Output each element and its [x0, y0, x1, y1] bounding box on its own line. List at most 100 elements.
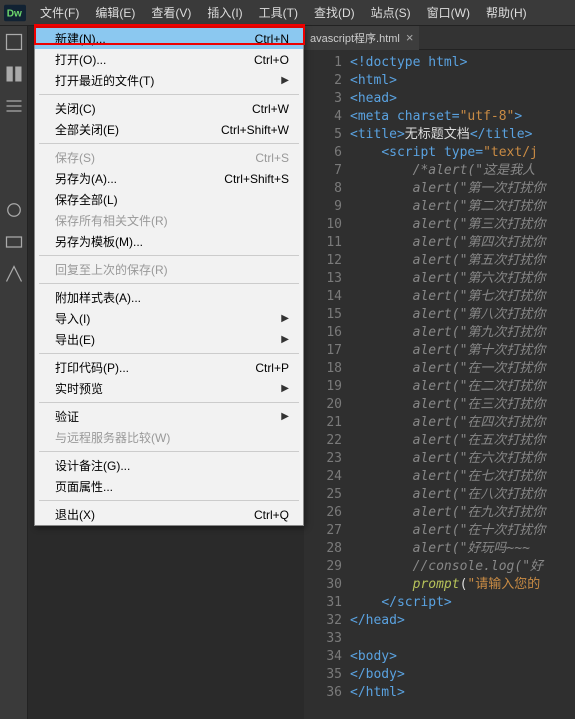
line-number: 1	[304, 54, 342, 72]
menu-item-s: 保存(S)Ctrl+S	[35, 147, 303, 168]
line-number: 10	[304, 216, 342, 234]
submenu-arrow-icon: ▶	[281, 334, 289, 345]
menu-item-o[interactable]: 打开(O)...Ctrl+O	[35, 49, 303, 70]
app-logo-dw: Dw	[4, 0, 26, 26]
menu-item-2[interactable]: 查看(V)	[143, 0, 199, 26]
code-editor[interactable]: 12▼3▼456▼7▼89101112131415161718192021222…	[304, 50, 575, 719]
menu-separator	[39, 500, 299, 501]
menu-item-[interactable]: 实时预览 ▶	[35, 378, 303, 399]
menu-item-label: 验证	[55, 408, 79, 425]
line-number: 2▼	[304, 72, 342, 90]
tool-icon-6[interactable]	[4, 264, 24, 284]
menu-item-4[interactable]: 工具(T)	[251, 0, 306, 26]
tool-icon-2[interactable]	[4, 64, 24, 84]
line-number: 33	[304, 630, 342, 648]
code-line: alert("在二次打扰你	[350, 378, 575, 396]
submenu-arrow-icon: ▶	[281, 313, 289, 324]
code-line: </html>	[350, 684, 575, 702]
menu-item-p[interactable]: 打印代码(P)...Ctrl+P	[35, 357, 303, 378]
menu-item-i[interactable]: 导入(I)▶	[35, 308, 303, 329]
tool-icon-5[interactable]	[4, 232, 24, 252]
menu-item-a[interactable]: 附加样式表(A)...	[35, 287, 303, 308]
line-number: 15	[304, 306, 342, 324]
line-number: 25	[304, 486, 342, 504]
menu-item-x[interactable]: 退出(X)Ctrl+Q	[35, 504, 303, 525]
menu-item-e[interactable]: 导出(E)▶	[35, 329, 303, 350]
menu-item-[interactable]: 页面属性...	[35, 476, 303, 497]
code-line: </head>	[350, 612, 575, 630]
line-number: 20	[304, 396, 342, 414]
left-toolstrip	[0, 26, 28, 719]
menu-item-label: 保存所有相关文件(R)	[55, 212, 168, 229]
code-line: alert("好玩吗~~~	[350, 540, 575, 558]
menu-item-e[interactable]: 全部关闭(E) Ctrl+Shift+W	[35, 119, 303, 140]
menu-item-label: 全部关闭(E)	[55, 121, 119, 138]
menu-item-n[interactable]: 新建(N)...Ctrl+N	[35, 28, 303, 49]
menu-item-g[interactable]: 设计备注(G)...	[35, 455, 303, 476]
line-number: 21	[304, 414, 342, 432]
close-icon[interactable]: ×	[406, 30, 414, 45]
code-line: </script>	[350, 594, 575, 612]
menu-item-7[interactable]: 窗口(W)	[419, 0, 478, 26]
line-gutter: 12▼3▼456▼7▼89101112131415161718192021222…	[304, 50, 346, 719]
menu-item-c[interactable]: 关闭(C) Ctrl+W	[35, 98, 303, 119]
menu-item-label: 页面属性...	[55, 478, 113, 495]
menu-item-m[interactable]: 另存为模板(M)...	[35, 231, 303, 252]
code-line: alert("第九次打扰你	[350, 324, 575, 342]
code-line: alert("在四次打扰你	[350, 414, 575, 432]
tool-icon-3[interactable]	[4, 96, 24, 116]
menu-item-6[interactable]: 站点(S)	[363, 0, 419, 26]
menu-item-t[interactable]: 打开最近的文件(T)▶	[35, 70, 303, 91]
menu-item-[interactable]: 验证▶	[35, 406, 303, 427]
menu-item-l[interactable]: 保存全部(L)	[35, 189, 303, 210]
menu-item-label: 与远程服务器比较(W)	[55, 429, 170, 446]
menu-item-shortcut: Ctrl+Shift+W	[221, 123, 289, 137]
menu-item-8[interactable]: 帮助(H)	[478, 0, 535, 26]
line-number: 14	[304, 288, 342, 306]
code-line: <script type="text/j	[350, 144, 575, 162]
code-line: //console.log("好	[350, 558, 575, 576]
menu-item-3[interactable]: 插入(I)	[199, 0, 250, 26]
code-line: <title>无标题文档</title>	[350, 126, 575, 144]
line-number: 28	[304, 540, 342, 558]
menu-item-label: 关闭(C)	[55, 100, 96, 117]
tool-icon-1[interactable]	[4, 32, 24, 52]
menu-item-5[interactable]: 查找(D)	[306, 0, 363, 26]
menu-item-label: 设计备注(G)...	[55, 457, 130, 474]
tab-label: avascript程序.html	[310, 30, 400, 46]
menu-item-shortcut: Ctrl+N	[255, 32, 289, 46]
code-line: <html>	[350, 72, 575, 90]
menu-item-w: 与远程服务器比较(W)	[35, 427, 303, 448]
line-number: 32	[304, 612, 342, 630]
menu-item-shortcut: Ctrl+W	[252, 102, 289, 116]
file-tab[interactable]: avascript程序.html ×	[304, 26, 419, 50]
line-number: 26	[304, 504, 342, 522]
code-line: alert("第三次打扰你	[350, 216, 575, 234]
menu-item-label: 实时预览	[55, 380, 103, 397]
line-number: 17	[304, 342, 342, 360]
menu-item-a[interactable]: 另存为(A)...Ctrl+Shift+S	[35, 168, 303, 189]
menu-item-label: 保存(S)	[55, 149, 95, 166]
menu-item-label: 另存为模板(M)...	[55, 233, 143, 250]
menu-separator	[39, 353, 299, 354]
line-number: 9	[304, 198, 342, 216]
code-line: /*alert("这是我人	[350, 162, 575, 180]
menu-item-label: 附加样式表(A)...	[55, 289, 141, 306]
line-number: 7▼	[304, 162, 342, 180]
line-number: 35	[304, 666, 342, 684]
code-line: prompt("请输入您的	[350, 576, 575, 594]
line-number: 23	[304, 450, 342, 468]
tool-icon-4[interactable]	[4, 200, 24, 220]
svg-text:Dw: Dw	[7, 8, 22, 19]
menu-item-label: 打开(O)...	[55, 51, 106, 68]
line-number: 6▼	[304, 144, 342, 162]
code-line: alert("第七次打扰你	[350, 288, 575, 306]
menu-item-0[interactable]: 文件(F)	[32, 0, 87, 26]
submenu-arrow-icon: ▶	[281, 383, 289, 394]
menu-item-1[interactable]: 编辑(E)	[87, 0, 143, 26]
code-lines: <!doctype html><html><head><meta charset…	[350, 54, 575, 702]
code-line: alert("在六次打扰你	[350, 450, 575, 468]
line-number: 11	[304, 234, 342, 252]
code-line	[350, 630, 575, 648]
menu-item-shortcut: Ctrl+Shift+S	[224, 172, 289, 186]
